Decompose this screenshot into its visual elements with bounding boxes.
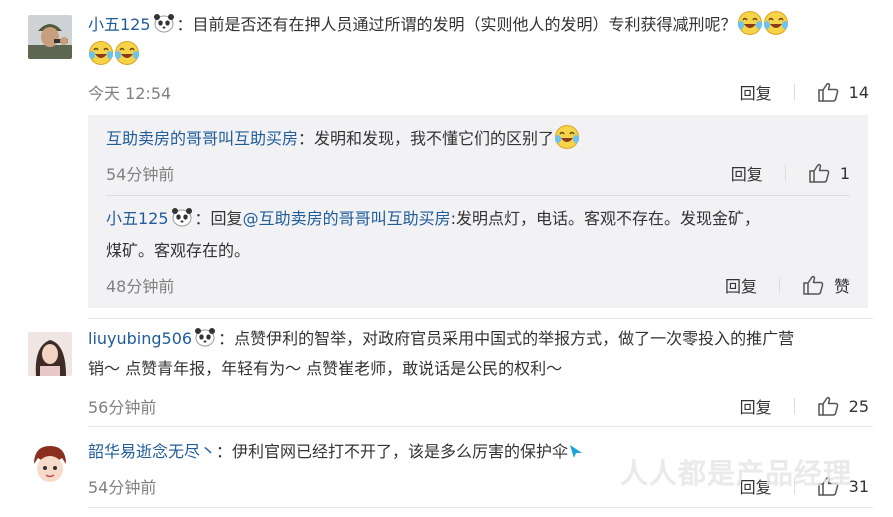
reply-text: :发明点灯，电话。客观不存在。发现金矿， <box>450 209 760 228</box>
like-label: 赞 <box>833 277 850 296</box>
reply-text: ：发明和发现，我不懂它们的区别了 <box>298 129 555 148</box>
thumbs-up-icon <box>802 275 824 295</box>
avatar[interactable] <box>28 442 72 486</box>
reply-timestamp: 54分钟前 <box>106 165 175 184</box>
mention-link[interactable]: @互助卖房的哥哥叫互助买房 <box>243 209 451 228</box>
comment-timestamp: 56分钟前 <box>88 398 157 417</box>
comment-divider <box>88 318 873 319</box>
comment-body: 小五125 ：目前是否还有在押人员通过所谓的发明（实则他人的发明）专利获得减刑呢？ <box>88 10 873 70</box>
comment-text-line2: 销～ 点赞青年报，年轻有为～ 点赞崔老师，敢说话是公民的权利～ <box>88 359 563 378</box>
reply-list: 互助卖房的哥哥叫互助买房：发明和发现，我不懂它们的区别了 54分钟前 回复 1 … <box>88 115 868 308</box>
like-count: 1 <box>839 163 850 183</box>
comment-username[interactable]: liuyubing506 <box>88 329 192 348</box>
laugh-cry-emoji-icon <box>763 10 789 36</box>
panda-badge-icon <box>194 327 216 347</box>
reply-body: 互助卖房的哥哥叫互助买房：发明和发现，我不懂它们的区别了 <box>106 123 850 155</box>
comment-username[interactable]: 小五125 <box>88 15 151 34</box>
thumbs-up-icon <box>808 163 830 183</box>
like-button[interactable]: 14 <box>817 82 869 102</box>
like-count: 14 <box>848 82 869 102</box>
reply-username[interactable]: 小五125 <box>106 209 169 228</box>
reply-button[interactable]: 回复 <box>740 80 772 104</box>
comment-actions: 回复 25 <box>740 394 869 418</box>
avatar-cartoon-image <box>28 442 72 486</box>
thumbs-up-icon <box>817 82 839 102</box>
reply-button[interactable]: 回复 <box>731 161 763 185</box>
like-button[interactable]: 赞 <box>802 273 850 297</box>
reply-button[interactable]: 回复 <box>725 273 757 297</box>
reply-username[interactable]: 互助卖房的哥哥叫互助买房 <box>106 129 298 148</box>
avatar[interactable] <box>28 15 72 59</box>
reply-prefix: ：回复 <box>194 209 243 228</box>
action-divider <box>793 84 795 100</box>
reply-timestamp: 48分钟前 <box>106 277 175 296</box>
like-button[interactable]: 1 <box>808 163 850 183</box>
reply-text-line2: 煤矿。客观存在的。 <box>106 241 251 260</box>
avatar-soldier-image <box>28 15 72 59</box>
thumbs-up-icon <box>817 396 839 416</box>
laugh-cry-emoji-icon <box>114 40 140 66</box>
comment-text: ：伊利官网已经打不开了，该是多么厉害的保护伞 <box>216 442 569 461</box>
watermark: 人人都是产品经理 <box>620 457 853 490</box>
comment-text: ：目前是否还有在押人员通过所谓的发明（实则他人的发明）专利获得减刑呢？ <box>176 15 737 34</box>
comment-username[interactable]: 韶华易逝念无尽丶 <box>88 442 216 461</box>
like-count: 25 <box>848 396 869 416</box>
avatar-girl-image <box>28 332 72 376</box>
comment-timestamp: 54分钟前 <box>88 478 157 497</box>
cursor-arrow-icon <box>570 445 583 458</box>
comment-actions: 回复 14 <box>740 80 869 104</box>
comment-body: liuyubing506 ：点赞伊利的智举，对政府官员采用中国式的举报方式，做了一… <box>88 324 873 384</box>
action-divider <box>784 165 786 181</box>
reply-actions: 回复 1 <box>731 161 850 185</box>
action-divider <box>793 398 795 414</box>
comment-timestamp: 今天 12:54 <box>88 84 172 103</box>
comment-divider <box>88 507 873 508</box>
comment-text: ：点赞伊利的智举，对政府官员采用中国式的举报方式，做了一次零投入的推广营 <box>218 329 795 348</box>
laugh-cry-emoji-icon <box>737 10 763 36</box>
avatar[interactable] <box>28 332 72 376</box>
laugh-cry-emoji-icon <box>88 40 114 66</box>
reply-actions: 回复 赞 <box>725 273 850 297</box>
laugh-cry-emoji-icon <box>554 124 580 150</box>
like-button[interactable]: 25 <box>817 396 869 416</box>
action-divider <box>778 277 780 293</box>
panda-badge-icon <box>171 207 193 227</box>
reply-body: 小五125 ：回复@互助卖房的哥哥叫互助买房:发明点灯，电话。客观不存在。发现金矿… <box>106 203 850 267</box>
reply-button[interactable]: 回复 <box>740 394 772 418</box>
comment-divider <box>88 426 873 427</box>
panda-badge-icon <box>153 13 175 33</box>
reply-divider <box>106 195 850 196</box>
